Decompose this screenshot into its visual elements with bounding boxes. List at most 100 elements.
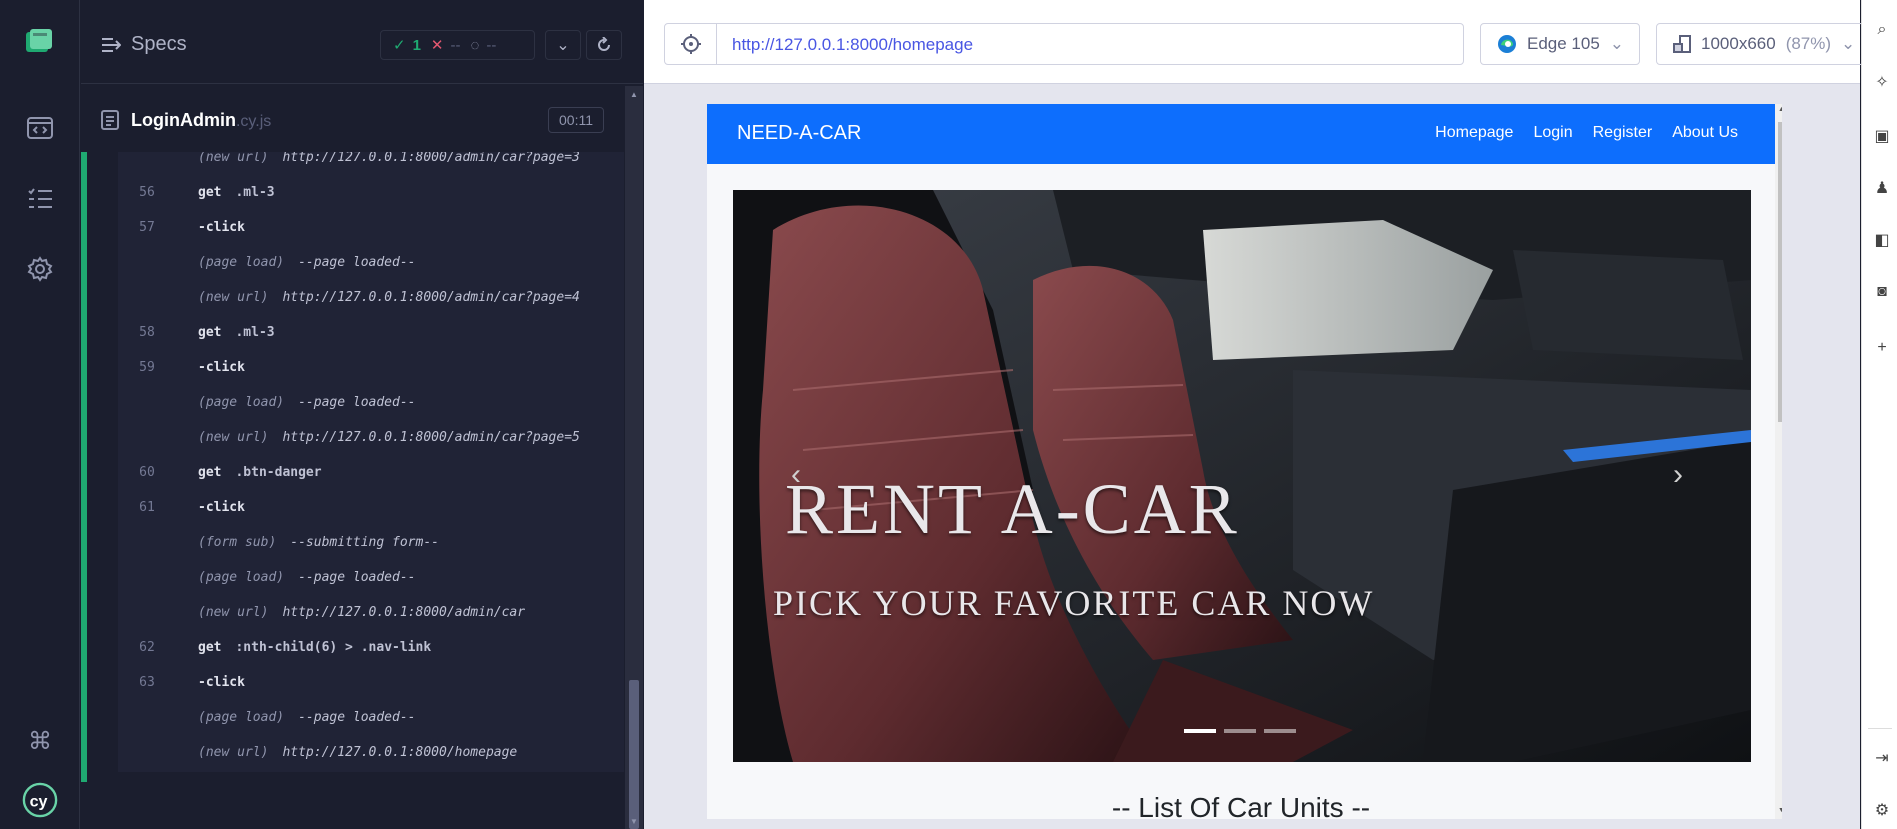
passed-count: ✓ 1 bbox=[393, 36, 421, 55]
command-row[interactable]: 60 get .btn-danger bbox=[118, 455, 624, 490]
outlook-icon[interactable]: ◙ bbox=[1872, 282, 1892, 302]
command-name-text: (form sub) bbox=[198, 535, 277, 550]
command-row[interactable]: 59 -click bbox=[118, 350, 624, 385]
nav-link-homepage[interactable]: Homepage bbox=[1435, 124, 1513, 142]
command-name: get .ml-3 bbox=[198, 325, 275, 340]
command-name-text: (page load) bbox=[198, 710, 285, 725]
command-message: --page loaded-- bbox=[298, 710, 416, 725]
url-bar[interactable]: http://127.0.0.1:8000/homepage bbox=[664, 23, 1464, 65]
scroll-up-arrow-icon[interactable]: ▲ bbox=[1778, 106, 1782, 113]
viewport-icon bbox=[1673, 35, 1691, 53]
command-row[interactable]: (page load) --page loaded-- bbox=[118, 385, 624, 420]
command-name-text: get bbox=[198, 185, 222, 200]
command-row[interactable]: 63 -click bbox=[118, 665, 624, 700]
carousel-indicator-1[interactable] bbox=[1184, 729, 1216, 733]
command-row[interactable]: (new url) http://127.0.0.1:8000/admin/car… bbox=[118, 280, 624, 315]
exit-panel-icon[interactable]: ⇥ bbox=[1872, 748, 1892, 768]
specs-list-icon[interactable] bbox=[22, 181, 58, 217]
rerun-button[interactable] bbox=[586, 30, 622, 60]
app-under-test-panel: http://127.0.0.1:8000/homepage Edge 105 … bbox=[644, 0, 1864, 829]
command-name-text: (new url) bbox=[198, 430, 269, 445]
command-name-text: (new url) bbox=[198, 605, 269, 620]
refresh-icon bbox=[598, 37, 610, 51]
viewport-selector[interactable]: 1000x660 (87%) ⌄ bbox=[1656, 23, 1864, 65]
pending-circle-icon: ◌ bbox=[470, 36, 480, 54]
command-name: (new url) http://127.0.0.1:8000/admin/car… bbox=[198, 290, 580, 305]
reporter-scrollbar[interactable]: ▲ ▼ bbox=[625, 86, 643, 829]
nav-link-register[interactable]: Register bbox=[1593, 124, 1653, 142]
check-icon: ✓ bbox=[393, 37, 406, 54]
specs-title-label: Specs bbox=[131, 33, 187, 55]
site-nav-links: Homepage Login Register About Us bbox=[1435, 124, 1738, 142]
people-icon[interactable]: ♟ bbox=[1872, 178, 1892, 198]
command-row[interactable]: (new url) http://127.0.0.1:8000/admin/car… bbox=[118, 420, 624, 455]
command-name-text: -click bbox=[198, 360, 245, 375]
expand-collapse-button[interactable]: ⌄ bbox=[545, 30, 581, 60]
nav-link-login[interactable]: Login bbox=[1533, 124, 1572, 142]
add-icon[interactable]: + bbox=[1872, 338, 1892, 358]
command-message: :nth-child(6) > .nav-link bbox=[235, 640, 432, 655]
office-icon[interactable]: ◧ bbox=[1872, 230, 1892, 250]
command-number: 59 bbox=[139, 360, 155, 375]
command-name: (page load) --page loaded-- bbox=[198, 395, 416, 410]
sparkle-icon[interactable]: ✧ bbox=[1872, 72, 1892, 92]
hero-carousel[interactable]: ‹ › RENT A-CAR PICK YOUR FAVORITE CAR NO… bbox=[733, 190, 1751, 762]
spec-name-label: LoginAdmin bbox=[131, 110, 236, 130]
command-row[interactable]: 62 get:nth-child(6) > .nav-link bbox=[118, 630, 624, 665]
carousel-indicators bbox=[1184, 729, 1296, 733]
command-row[interactable]: (new url) http://127.0.0.1:8000/admin/car bbox=[118, 595, 624, 630]
command-name-text: (new url) bbox=[198, 152, 269, 165]
command-row[interactable]: (page load) --page loaded-- bbox=[118, 560, 624, 595]
command-row[interactable]: (page load) --page loaded-- bbox=[118, 700, 624, 735]
command-row[interactable]: 61 -click bbox=[118, 490, 624, 525]
runs-icon[interactable] bbox=[22, 110, 58, 146]
specs-title[interactable]: Specs bbox=[101, 33, 187, 56]
command-name: (page load) --page loaded-- bbox=[198, 710, 416, 725]
command-row[interactable]: 58 get .ml-3 bbox=[118, 315, 624, 350]
command-name: -click bbox=[198, 220, 259, 235]
carousel-indicator-2[interactable] bbox=[1224, 729, 1256, 733]
aut-iframe: NEED-A-CAR Homepage Login Register About… bbox=[707, 104, 1782, 819]
specs-menu-icon bbox=[102, 37, 121, 52]
scroll-down-arrow-icon[interactable]: ▼ bbox=[1778, 807, 1782, 814]
spec-row[interactable]: LoginAdmin.cy.js 00:11 bbox=[81, 98, 625, 142]
site-brand[interactable]: NEED-A-CAR bbox=[737, 122, 861, 145]
sidebar-settings-icon[interactable]: ⚙ bbox=[1872, 800, 1892, 820]
command-message: http://127.0.0.1:8000/admin/car bbox=[282, 605, 526, 620]
command-row[interactable]: (page load) --page loaded-- bbox=[118, 245, 624, 280]
iframe-scrollbar-thumb[interactable] bbox=[1778, 122, 1782, 422]
selector-playground-button[interactable] bbox=[665, 24, 717, 64]
pending-count: ◌ -- bbox=[470, 36, 497, 54]
command-row[interactable]: (new url) http://127.0.0.1:8000/admin/car… bbox=[118, 152, 624, 175]
command-number: 61 bbox=[139, 500, 155, 515]
viewport-size: 1000x660 bbox=[1701, 34, 1776, 53]
command-name: -click bbox=[198, 360, 259, 375]
command-row[interactable]: (form sub) --submitting form-- bbox=[118, 525, 624, 560]
search-icon[interactable]: ⌕ bbox=[1872, 20, 1892, 40]
chevron-down-icon: ⌄ bbox=[556, 37, 570, 54]
command-name-text: get bbox=[198, 640, 222, 655]
command-name: -click bbox=[198, 500, 259, 515]
carousel-indicator-3[interactable] bbox=[1264, 729, 1296, 733]
command-row[interactable]: 57 -click bbox=[118, 210, 624, 245]
spec-timer: 00:11 bbox=[548, 107, 604, 133]
briefcase-icon[interactable]: ▣ bbox=[1872, 126, 1892, 146]
url-text[interactable]: http://127.0.0.1:8000/homepage bbox=[732, 35, 973, 55]
cypress-cy-logo-icon[interactable]: cy bbox=[22, 782, 58, 818]
spec-extension: .cy.js bbox=[235, 113, 272, 130]
command-message: .ml-3 bbox=[235, 185, 275, 200]
keyboard-shortcuts-icon[interactable]: ⌘ bbox=[22, 723, 58, 759]
browser-selector[interactable]: Edge 105 ⌄ bbox=[1480, 23, 1640, 65]
aut-header: http://127.0.0.1:8000/homepage Edge 105 … bbox=[644, 0, 1864, 84]
nav-link-about-us[interactable]: About Us bbox=[1672, 124, 1738, 142]
carousel-next-arrow-icon[interactable]: › bbox=[1673, 458, 1683, 492]
command-row[interactable]: (new url) http://127.0.0.1:8000/homepage bbox=[118, 735, 624, 770]
iframe-scrollbar[interactable]: ▲ ▼ bbox=[1775, 104, 1782, 819]
command-row[interactable]: 56 get .ml-3 bbox=[118, 175, 624, 210]
scroll-down-arrow-icon[interactable]: ▼ bbox=[630, 817, 638, 826]
scroll-up-arrow-icon[interactable]: ▲ bbox=[630, 90, 638, 99]
command-name-text: (page load) bbox=[198, 395, 285, 410]
reporter-scrollbar-thumb[interactable] bbox=[629, 680, 639, 829]
command-name-text: get bbox=[198, 325, 222, 340]
settings-gear-icon[interactable] bbox=[22, 251, 58, 287]
